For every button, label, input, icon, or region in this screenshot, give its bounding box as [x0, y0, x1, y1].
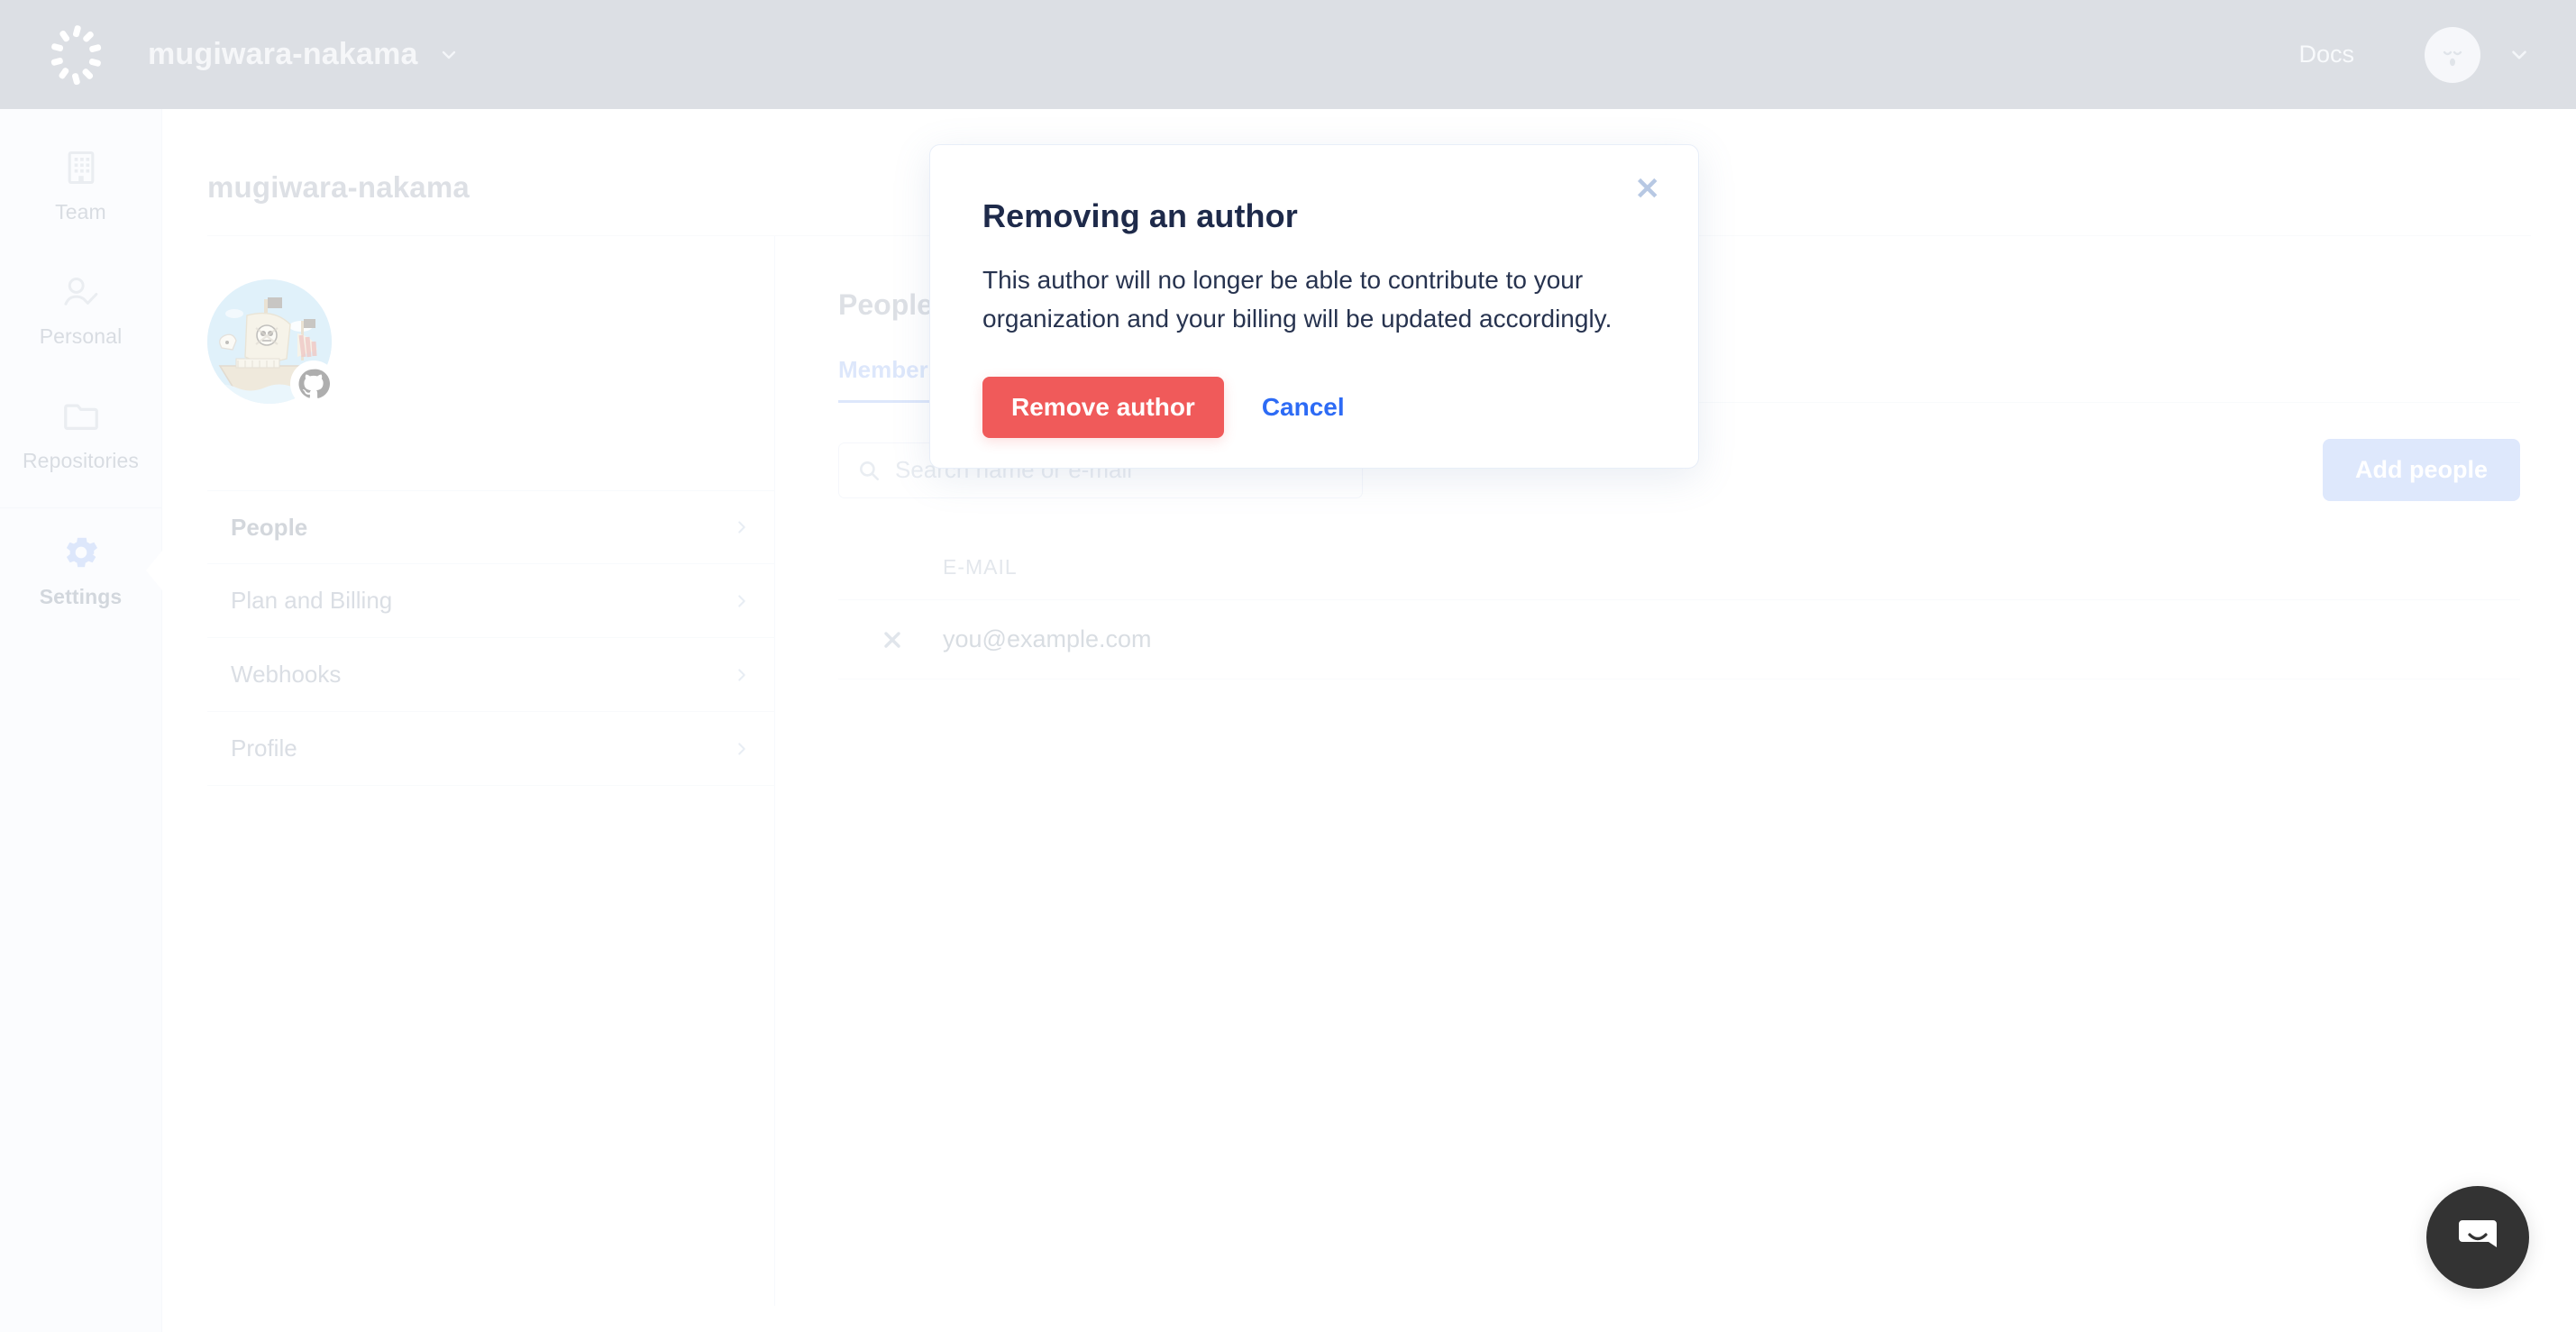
modal-title: Removing an author [982, 197, 1298, 234]
remove-author-button[interactable]: Remove author [982, 376, 1224, 438]
remove-author-modal: ✕ Removing an author This author will no… [929, 144, 1699, 469]
intercom-chat-icon [2452, 1209, 2504, 1266]
modal-body-text: This author will no longer be able to co… [982, 266, 1612, 333]
intercom-launcher-button[interactable] [2426, 1186, 2529, 1289]
cancel-button[interactable]: Cancel [1251, 393, 1356, 422]
modal-actions: Remove author Cancel [982, 376, 1646, 438]
close-icon[interactable]: ✕ [1635, 174, 1661, 205]
